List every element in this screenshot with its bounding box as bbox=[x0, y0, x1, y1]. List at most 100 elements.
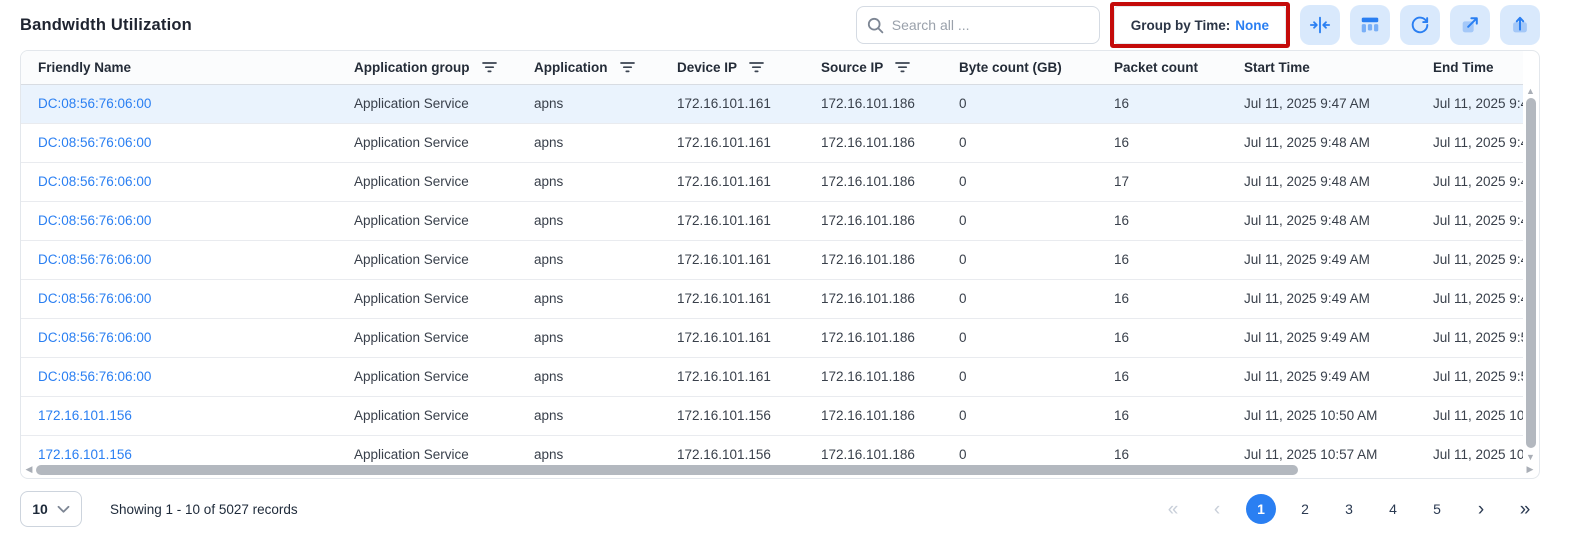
export-button[interactable] bbox=[1500, 5, 1540, 45]
cell-application-group: Application Service bbox=[354, 84, 534, 123]
vertical-scrollbar[interactable]: ▲ ▼ bbox=[1524, 86, 1537, 462]
col-header-application[interactable]: Application bbox=[534, 51, 677, 84]
cell-packet-count: 16 bbox=[1114, 84, 1244, 123]
table-row[interactable]: DC:08:56:76:06:00 Application Service ap… bbox=[21, 240, 1523, 279]
horizontal-scrollbar[interactable]: ◀ ▶ bbox=[24, 463, 1522, 476]
friendly-name-link[interactable]: DC:08:56:76:06:00 bbox=[38, 135, 151, 150]
friendly-name-link[interactable]: DC:08:56:76:06:00 bbox=[38, 252, 151, 267]
cell-end-time: Jul 11, 2025 9:4 bbox=[1433, 162, 1523, 201]
cell-start-time: Jul 11, 2025 9:48 AM bbox=[1244, 201, 1433, 240]
col-header-start-time[interactable]: Start Time bbox=[1244, 51, 1433, 84]
pagination-page-5[interactable]: 5 bbox=[1422, 494, 1452, 524]
friendly-name-link[interactable]: DC:08:56:76:06:00 bbox=[38, 96, 151, 111]
col-header-byte-count[interactable]: Byte count (GB) bbox=[959, 51, 1114, 84]
friendly-name-link[interactable]: DC:08:56:76:06:00 bbox=[38, 330, 151, 345]
col-header-application-group[interactable]: Application group bbox=[354, 51, 534, 84]
cell-application-group: Application Service bbox=[354, 201, 534, 240]
cell-start-time: Jul 11, 2025 9:48 AM bbox=[1244, 162, 1433, 201]
cell-start-time: Jul 11, 2025 9:49 AM bbox=[1244, 357, 1433, 396]
cell-device-ip: 172.16.101.161 bbox=[677, 240, 821, 279]
friendly-name-link[interactable]: DC:08:56:76:06:00 bbox=[38, 213, 151, 228]
friendly-name-link[interactable]: 172.16.101.156 bbox=[38, 447, 132, 462]
cell-byte-count: 0 bbox=[959, 396, 1114, 435]
bandwidth-table: Friendly Name Application group Applicat… bbox=[21, 51, 1523, 474]
cell-source-ip: 172.16.101.186 bbox=[821, 84, 959, 123]
col-header-source-ip[interactable]: Source IP bbox=[821, 51, 959, 84]
pagination-first-button[interactable]: « bbox=[1158, 494, 1188, 524]
pagination-page-4[interactable]: 4 bbox=[1378, 494, 1408, 524]
friendly-name-link[interactable]: DC:08:56:76:06:00 bbox=[38, 174, 151, 189]
manage-columns-button[interactable] bbox=[1350, 5, 1390, 45]
scroll-up-arrow[interactable]: ▲ bbox=[1524, 86, 1537, 96]
scroll-down-arrow[interactable]: ▼ bbox=[1524, 452, 1537, 462]
table-row[interactable]: DC:08:56:76:06:00 Application Service ap… bbox=[21, 357, 1523, 396]
table-row[interactable]: DC:08:56:76:06:00 Application Service ap… bbox=[21, 162, 1523, 201]
cell-application: apns bbox=[534, 123, 677, 162]
col-header-device-ip[interactable]: Device IP bbox=[677, 51, 821, 84]
cell-start-time: Jul 11, 2025 9:47 AM bbox=[1244, 84, 1433, 123]
table-row[interactable]: DC:08:56:76:06:00 Application Service ap… bbox=[21, 201, 1523, 240]
table-row[interactable]: 172.16.101.156 Application Service apns … bbox=[21, 396, 1523, 435]
cell-byte-count: 0 bbox=[959, 318, 1114, 357]
horizontal-scrollbar-thumb[interactable] bbox=[36, 465, 1298, 475]
page-size-value: 10 bbox=[32, 501, 48, 517]
pagination-page-1[interactable]: 1 bbox=[1246, 494, 1276, 524]
page-title: Bandwidth Utilization bbox=[20, 16, 192, 35]
cell-start-time: Jul 11, 2025 9:49 AM bbox=[1244, 240, 1433, 279]
search-box[interactable] bbox=[856, 6, 1100, 44]
col-header-packet-count[interactable]: Packet count bbox=[1114, 51, 1244, 84]
cell-packet-count: 16 bbox=[1114, 396, 1244, 435]
cell-source-ip: 172.16.101.186 bbox=[821, 240, 959, 279]
cell-source-ip: 172.16.101.186 bbox=[821, 396, 959, 435]
page-size-select[interactable]: 10 bbox=[20, 491, 82, 527]
cell-end-time: Jul 11, 2025 9:4 bbox=[1433, 201, 1523, 240]
cell-packet-count: 17 bbox=[1114, 162, 1244, 201]
cell-application: apns bbox=[534, 279, 677, 318]
refresh-button[interactable] bbox=[1400, 5, 1440, 45]
collapse-columns-icon bbox=[1309, 14, 1331, 36]
filter-icon[interactable] bbox=[620, 61, 635, 73]
cell-application: apns bbox=[534, 240, 677, 279]
cell-byte-count: 0 bbox=[959, 123, 1114, 162]
vertical-scrollbar-thumb[interactable] bbox=[1526, 98, 1536, 448]
filter-icon[interactable] bbox=[895, 61, 910, 73]
cell-application-group: Application Service bbox=[354, 240, 534, 279]
friendly-name-link[interactable]: 172.16.101.156 bbox=[38, 408, 132, 423]
cell-application: apns bbox=[534, 357, 677, 396]
bandwidth-table-card: Friendly Name Application group Applicat… bbox=[20, 50, 1540, 479]
search-input[interactable] bbox=[892, 17, 1089, 33]
group-by-time-button[interactable]: Group by Time: None bbox=[1114, 6, 1286, 44]
pagination-page-2[interactable]: 2 bbox=[1290, 494, 1320, 524]
filter-icon[interactable] bbox=[482, 61, 497, 73]
chevron-down-icon bbox=[57, 505, 70, 514]
refresh-icon bbox=[1409, 14, 1431, 36]
cell-end-time: Jul 11, 2025 9:4 bbox=[1433, 84, 1523, 123]
filter-icon[interactable] bbox=[749, 61, 764, 73]
col-header-friendly-name[interactable]: Friendly Name bbox=[21, 51, 354, 84]
cell-application: apns bbox=[534, 201, 677, 240]
cell-device-ip: 172.16.101.161 bbox=[677, 162, 821, 201]
table-row[interactable]: DC:08:56:76:06:00 Application Service ap… bbox=[21, 123, 1523, 162]
friendly-name-link[interactable]: DC:08:56:76:06:00 bbox=[38, 291, 151, 306]
cell-end-time: Jul 11, 2025 9:4 bbox=[1433, 279, 1523, 318]
cell-application-group: Application Service bbox=[354, 357, 534, 396]
cell-packet-count: 16 bbox=[1114, 318, 1244, 357]
pagination-page-3[interactable]: 3 bbox=[1334, 494, 1364, 524]
col-header-end-time[interactable]: End Time bbox=[1433, 51, 1523, 84]
scroll-right-arrow[interactable]: ▶ bbox=[1525, 463, 1535, 476]
table-row[interactable]: DC:08:56:76:06:00 Application Service ap… bbox=[21, 84, 1523, 123]
cell-device-ip: 172.16.101.161 bbox=[677, 201, 821, 240]
pagination-prev-button[interactable]: ‹ bbox=[1202, 494, 1232, 524]
cell-byte-count: 0 bbox=[959, 201, 1114, 240]
pagination-next-button[interactable]: › bbox=[1466, 494, 1496, 524]
expand-button[interactable] bbox=[1450, 5, 1490, 45]
cell-byte-count: 0 bbox=[959, 240, 1114, 279]
table-row[interactable]: DC:08:56:76:06:00 Application Service ap… bbox=[21, 279, 1523, 318]
friendly-name-link[interactable]: DC:08:56:76:06:00 bbox=[38, 369, 151, 384]
toolbar-right: Group by Time: None bbox=[856, 2, 1540, 48]
scroll-left-arrow[interactable]: ◀ bbox=[24, 463, 34, 476]
pagination-last-button[interactable]: » bbox=[1510, 494, 1540, 524]
export-icon bbox=[1509, 14, 1531, 36]
collapse-columns-button[interactable] bbox=[1300, 5, 1340, 45]
table-row[interactable]: DC:08:56:76:06:00 Application Service ap… bbox=[21, 318, 1523, 357]
